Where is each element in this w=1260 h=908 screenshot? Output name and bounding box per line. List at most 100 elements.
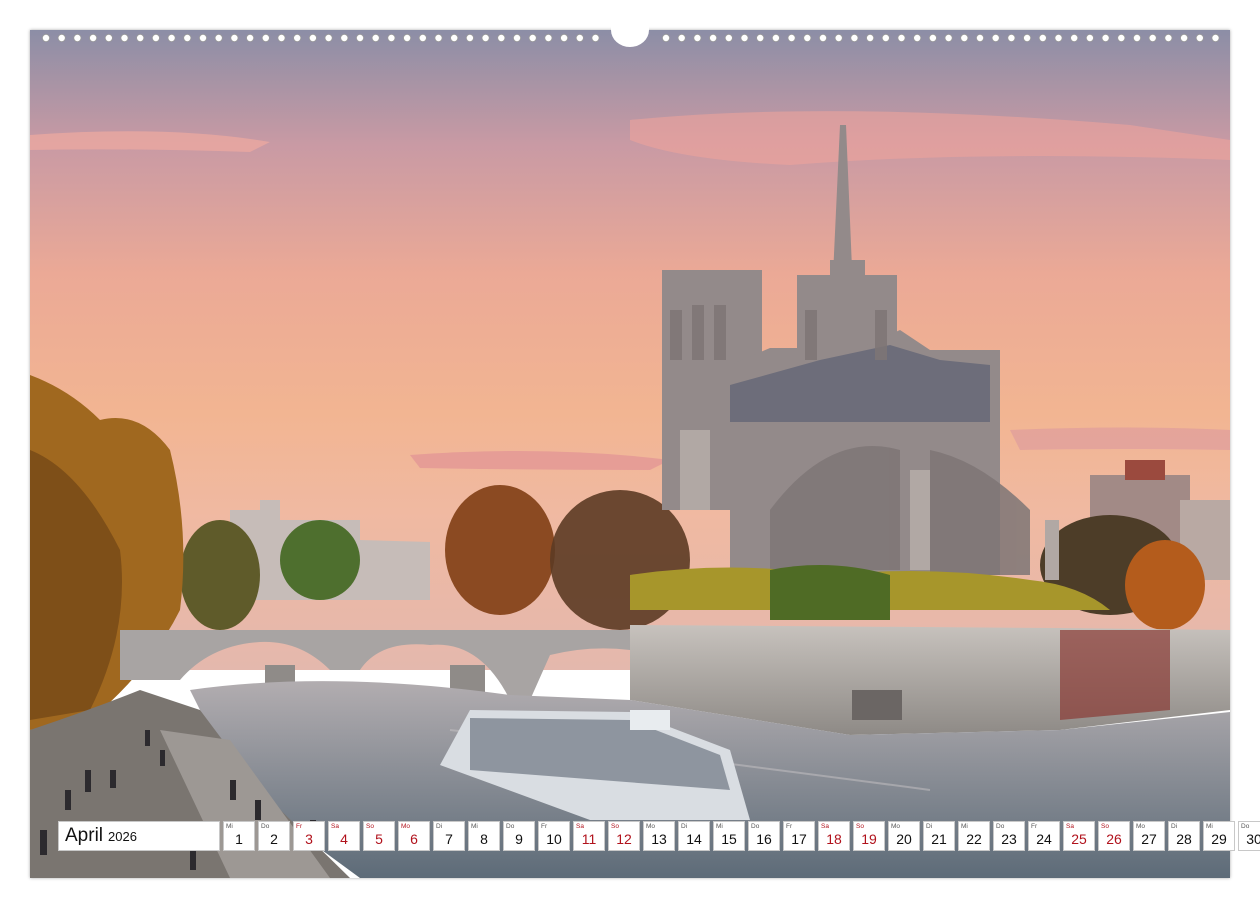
binding-hole [1024, 34, 1031, 41]
day-number: 4 [329, 831, 359, 847]
binding-hole [1008, 34, 1015, 41]
day-number: 19 [854, 831, 884, 847]
day-number: 30 [1239, 831, 1260, 847]
day-cell: Mo6 [398, 821, 430, 851]
day-number: 11 [574, 831, 604, 847]
binding-hole [678, 34, 685, 41]
binding-hole [819, 34, 826, 41]
weekday-label: So [611, 823, 619, 830]
day-cell: So12 [608, 821, 640, 851]
weekday-label: Fr [786, 823, 792, 830]
day-number: 16 [749, 831, 779, 847]
binding-hole [231, 34, 238, 41]
binding-hole [772, 34, 779, 41]
binding-hole [435, 34, 442, 41]
binding-hole [835, 34, 842, 41]
day-number: 10 [539, 831, 569, 847]
day-cell: Di28 [1168, 821, 1200, 851]
binding-hole [199, 34, 206, 41]
binding-hole [482, 34, 489, 41]
calendar-strip: April2026 Mi1Do2Fr3Sa4So5Mo6Di7Mi8Do9Fr1… [58, 821, 1260, 851]
hanger-notch [611, 18, 649, 47]
weekday-label: Do [1241, 823, 1249, 830]
binding-hole [74, 34, 81, 41]
day-number: 15 [714, 831, 744, 847]
day-cell: Do9 [503, 821, 535, 851]
day-number: 1 [224, 831, 254, 847]
binding-hole [945, 34, 952, 41]
binding-hole [372, 34, 379, 41]
day-number: 25 [1064, 831, 1094, 847]
day-number: 2 [259, 831, 289, 847]
day-cell: Do23 [993, 821, 1025, 851]
day-number: 9 [504, 831, 534, 847]
binding-hole [247, 34, 254, 41]
binding-hole [976, 34, 983, 41]
day-cell: Mo27 [1133, 821, 1165, 851]
weekday-label: Sa [1066, 823, 1074, 830]
weekday-label: Mi [471, 823, 478, 830]
day-number: 21 [924, 831, 954, 847]
binding-hole [42, 34, 49, 41]
day-number: 18 [819, 831, 849, 847]
weekday-label: Fr [1031, 823, 1037, 830]
binding-hole [1071, 34, 1078, 41]
day-cell: Do30 [1238, 821, 1260, 851]
day-cell: Di14 [678, 821, 710, 851]
day-cell: Mi22 [958, 821, 990, 851]
day-cell: Mi1 [223, 821, 255, 851]
day-cell: Mi29 [1203, 821, 1235, 851]
weekday-label: Di [926, 823, 932, 830]
day-number: 12 [609, 831, 639, 847]
day-cell: Mo13 [643, 821, 675, 851]
weekday-label: Mo [891, 823, 900, 830]
day-number: 29 [1204, 831, 1234, 847]
day-cell: Sa4 [328, 821, 360, 851]
day-cell: Mi15 [713, 821, 745, 851]
year-label: 2026 [108, 829, 137, 844]
weekday-label: Do [261, 823, 269, 830]
binding-hole [851, 34, 858, 41]
weekday-label: Mi [716, 823, 723, 830]
day-cell: Mi8 [468, 821, 500, 851]
day-number: 23 [994, 831, 1024, 847]
weekday-label: Do [506, 823, 514, 830]
weekday-label: Mi [961, 823, 968, 830]
binding-hole [137, 34, 144, 41]
binding-hole [992, 34, 999, 41]
weekday-label: Sa [576, 823, 584, 830]
binding-hole [1133, 34, 1140, 41]
day-number: 7 [434, 831, 464, 847]
weekday-label: Fr [296, 823, 302, 830]
day-number: 3 [294, 831, 324, 847]
binding-hole [710, 34, 717, 41]
day-number: 20 [889, 831, 919, 847]
day-cell: Sa11 [573, 821, 605, 851]
binding-hole [961, 34, 968, 41]
month-name: April [65, 825, 103, 846]
binding-hole [451, 34, 458, 41]
binding-hole [1102, 34, 1109, 41]
binding-hole [356, 34, 363, 41]
binding-hole [1086, 34, 1093, 41]
binding-hole [498, 34, 505, 41]
binding-hole [325, 34, 332, 41]
day-cell: Fr3 [293, 821, 325, 851]
day-cell: Di7 [433, 821, 465, 851]
binding-hole [388, 34, 395, 41]
binding-hole [58, 34, 65, 41]
day-number: 8 [469, 831, 499, 847]
binding-hole [882, 34, 889, 41]
day-number: 13 [644, 831, 674, 847]
weekday-label: Mo [401, 823, 410, 830]
day-number: 22 [959, 831, 989, 847]
binding-hole [278, 34, 285, 41]
binding-hole [929, 34, 936, 41]
weekday-label: Sa [821, 823, 829, 830]
day-cell: Do2 [258, 821, 290, 851]
binding-hole [341, 34, 348, 41]
binding-hole [1055, 34, 1062, 41]
binding-hole [1149, 34, 1156, 41]
weekday-label: Do [751, 823, 759, 830]
binding-hole [914, 34, 921, 41]
